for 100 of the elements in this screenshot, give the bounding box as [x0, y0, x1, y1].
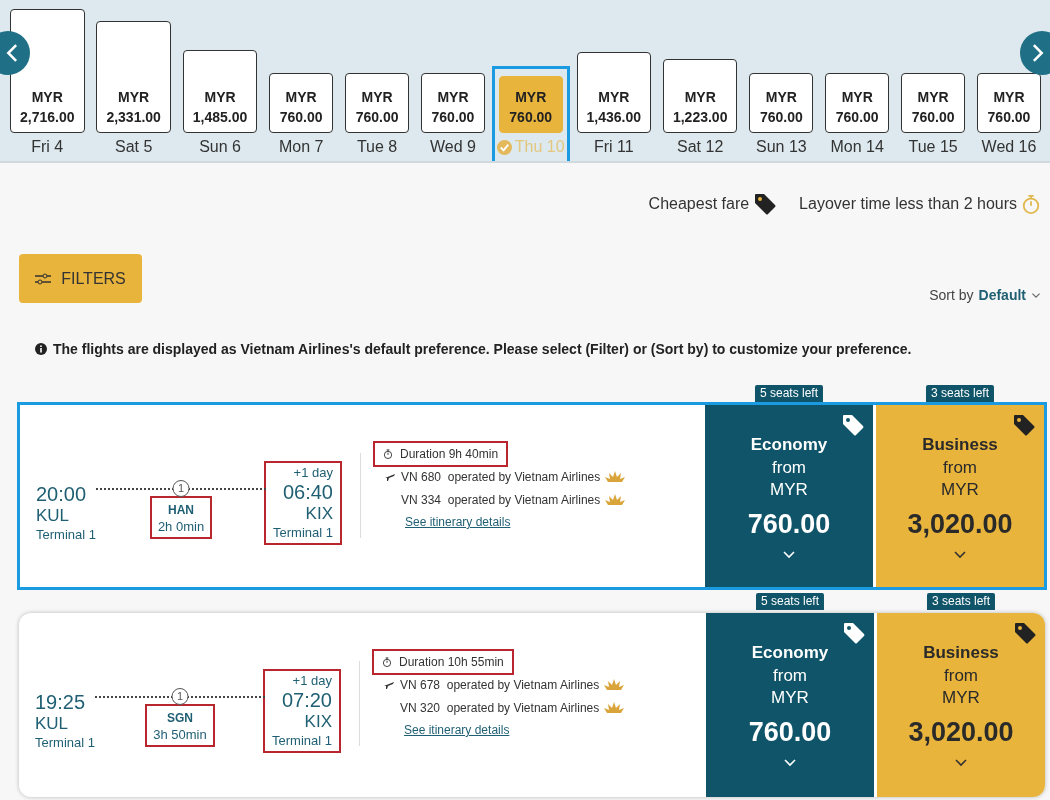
- currency: MYR: [770, 479, 808, 501]
- arrival-terminal: Terminal 1: [273, 525, 333, 541]
- date-tab[interactable]: MYR 760.00: [977, 9, 1041, 133]
- currency: MYR: [598, 88, 630, 107]
- currency: MYR: [993, 88, 1025, 107]
- date-tab[interactable]: MYR 760.00: [901, 9, 966, 133]
- price: 760.00: [987, 108, 1031, 127]
- notice-text: The flights are displayed as Vietnam Airlines's default preference. Please select (Filter) or (Sort by) to customize your preference.: [53, 341, 912, 357]
- itinerary-link[interactable]: See itinerary details: [404, 723, 510, 737]
- date-tab[interactable]: MYR 760.00: [749, 9, 814, 133]
- lotus-icon: [605, 470, 626, 483]
- cabin-class: Economy: [751, 642, 829, 664]
- price: 760.00: [355, 108, 399, 127]
- day-label: Sun 6: [199, 137, 241, 157]
- itinerary-link[interactable]: See itinerary details: [405, 515, 511, 529]
- currency: MYR: [771, 687, 809, 709]
- price: 1,485.00: [192, 108, 248, 127]
- seats-left-badge: 5 seats left: [756, 593, 824, 610]
- layover-time: 2h 0min: [157, 519, 205, 535]
- day-label: Thu 10: [514, 137, 565, 157]
- date-tab[interactable]: MYR 760.00: [420, 9, 485, 133]
- from-label: from: [772, 457, 806, 479]
- segment-label: VN 678 operated by Vietnam Airlines: [400, 677, 600, 692]
- price: 760.00: [279, 108, 323, 127]
- stop-airport: HAN: [168, 502, 194, 519]
- filters-button[interactable]: FILTERS: [19, 254, 142, 303]
- price: 760.00: [835, 108, 879, 127]
- arrival-time: 07:20: [281, 689, 332, 711]
- legend-label: Layover time less than 2 hours: [799, 195, 1017, 213]
- date-tab[interactable]: MYR 760.00: [825, 9, 890, 133]
- from-label: from: [773, 665, 807, 687]
- date-tab[interactable]: MYR 2,331.00: [96, 9, 171, 133]
- arrival-airport: KIX: [304, 711, 332, 733]
- date-tab[interactable]: MYR 760.00: [498, 9, 563, 133]
- currency: MYR: [841, 88, 873, 107]
- date-tab[interactable]: MYR 2,716.00: [10, 9, 85, 133]
- price: 2,716.00: [20, 108, 75, 127]
- arrival-airport: KIX: [305, 503, 333, 525]
- currency: MYR: [204, 88, 236, 107]
- segment-label: VN 334 operated by Vietnam Airlines: [401, 492, 601, 507]
- currency: MYR: [942, 687, 980, 709]
- arrival-time: 06:40: [282, 481, 333, 503]
- tag-icon: [1012, 413, 1036, 437]
- currency: MYR: [917, 88, 949, 107]
- price: 1,223.00: [672, 108, 728, 127]
- lotus-icon: [604, 678, 625, 691]
- price: 760.00: [759, 108, 803, 127]
- segment-label: VN 320 operated by Vietnam Airlines: [400, 700, 600, 715]
- departure-airport: KUL: [36, 505, 70, 527]
- duration-text: Duration 9h 40min: [400, 447, 499, 461]
- departure-time: 19:25: [35, 691, 86, 713]
- date-tab[interactable]: MYR 760.00: [345, 9, 410, 133]
- cabin-class: Business: [923, 642, 999, 664]
- stopwatch-icon: [383, 449, 393, 459]
- day-label: Tue 15: [908, 137, 958, 157]
- day-label: Sun 13: [755, 137, 807, 157]
- legend-label: Cheapest fare: [648, 195, 750, 213]
- duration-text: Duration 10h 55min: [399, 655, 504, 669]
- day-label: Wed 9: [429, 137, 476, 157]
- currency: MYR: [437, 88, 469, 107]
- from-label: from: [944, 665, 978, 687]
- day-label: Wed 16: [981, 137, 1037, 157]
- plane-icon: [384, 679, 394, 690]
- fare-price: 3,020.00: [907, 508, 1013, 541]
- day-label: Mon 7: [278, 137, 324, 157]
- departure-airport: KUL: [35, 713, 69, 735]
- tag-icon: [1013, 621, 1037, 645]
- segment-label: VN 680 operated by Vietnam Airlines: [401, 469, 601, 484]
- departure-terminal: Terminal 1: [35, 735, 95, 751]
- info-icon: [35, 343, 47, 355]
- seats-left-badge: 3 seats left: [927, 593, 995, 610]
- price: 1,436.00: [586, 108, 642, 127]
- date-tab[interactable]: MYR 760.00: [269, 9, 334, 133]
- date-tab[interactable]: MYR 1,436.00: [576, 9, 652, 133]
- arrival-terminal: Terminal 1: [272, 733, 332, 749]
- sort-dropdown[interactable]: Sort by Default: [929, 287, 1047, 303]
- currency: MYR: [118, 88, 150, 107]
- day-offset: +1 day: [292, 673, 332, 689]
- seats-left-badge: 5 seats left: [755, 385, 823, 402]
- tag-icon: [753, 192, 778, 216]
- currency: MYR: [31, 88, 63, 107]
- date-tab[interactable]: MYR 1,485.00: [182, 9, 258, 133]
- from-label: from: [943, 457, 977, 479]
- stopwatch-icon: [382, 657, 392, 667]
- stopwatch-icon: [1021, 194, 1041, 214]
- sliders-icon: [35, 272, 52, 285]
- plane-icon: [385, 471, 395, 482]
- chevron-down-icon: [1031, 290, 1041, 300]
- price: 760.00: [509, 108, 553, 127]
- lotus-icon: [605, 493, 626, 506]
- stop-airport: SGN: [167, 710, 193, 727]
- day-offset: +1 day: [293, 465, 333, 481]
- departure-time: 20:00: [36, 483, 87, 505]
- sort-value: Default: [978, 287, 1026, 303]
- tag-icon: [842, 621, 866, 645]
- seats-left-badge: 3 seats left: [926, 385, 994, 402]
- date-tab[interactable]: MYR 1,223.00: [662, 9, 738, 133]
- price: 2,331.00: [106, 108, 161, 127]
- price: 760.00: [911, 108, 955, 127]
- departure-terminal: Terminal 1: [36, 527, 96, 543]
